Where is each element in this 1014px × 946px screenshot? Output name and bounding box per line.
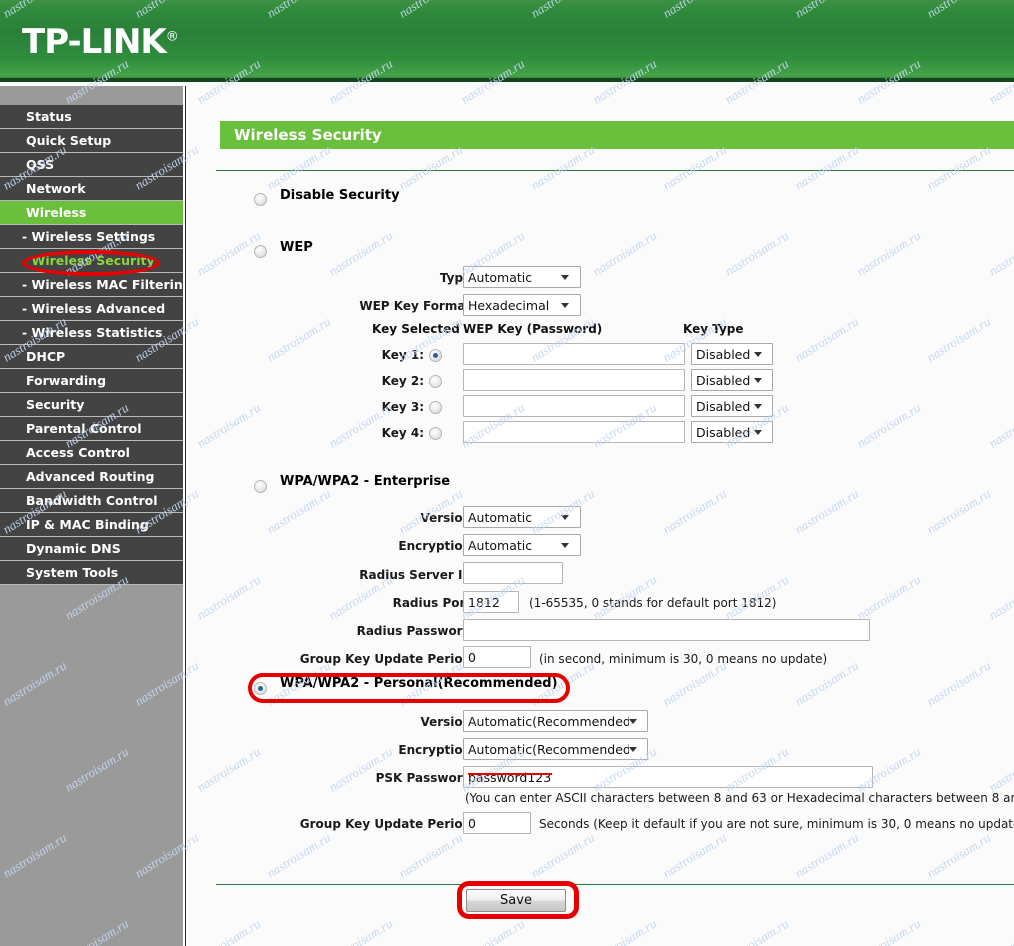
select-personal-encryption[interactable]: Automatic(Recommended) bbox=[463, 738, 648, 760]
input-wep-key-4[interactable] bbox=[463, 421, 685, 443]
label-radius-password: Radius Password: bbox=[356, 624, 476, 638]
input-wep-key-3[interactable] bbox=[463, 395, 685, 417]
hint-enterprise-group-key-period: (in second, minimum is 30, 0 means no up… bbox=[539, 652, 828, 666]
sidebar-item-list: Status Quick Setup QSS Network Wireless - Wir… bbox=[0, 105, 183, 585]
radio-disable-security[interactable] bbox=[254, 193, 267, 206]
registered-mark: ® bbox=[165, 29, 179, 45]
label-wep-key-format: WEP Key Format: bbox=[359, 299, 476, 313]
select-personal-version[interactable]: Automatic(Recommended) bbox=[463, 710, 648, 732]
radio-wpa-enterprise[interactable] bbox=[254, 480, 267, 493]
radio-wep-key-3[interactable] bbox=[429, 401, 442, 414]
sidebar-item-ip-mac-binding[interactable]: IP & MAC Binding bbox=[0, 513, 183, 537]
label-wep-key-4: Key 4: bbox=[381, 426, 424, 440]
sidebar-item-wireless-security[interactable]: - Wireless Security bbox=[0, 249, 183, 273]
select-enterprise-version[interactable]: Automatic bbox=[463, 506, 581, 528]
radio-wep-key-2[interactable] bbox=[429, 375, 442, 388]
sidebar-item-wireless-statistics[interactable]: - Wireless Statistics bbox=[0, 321, 183, 345]
select-wep-key-type-4[interactable]: Disabled bbox=[691, 421, 773, 443]
label-wep-key-2: Key 2: bbox=[381, 374, 424, 388]
label-enterprise-encryption: Encryption: bbox=[398, 539, 476, 553]
main-content: Wireless Security Disable Security WEP T… bbox=[186, 86, 1014, 946]
sidebar-right-border-dark bbox=[185, 86, 186, 946]
select-wep-key-type-2[interactable]: Disabled bbox=[691, 369, 773, 391]
sidebar-item-wireless-settings[interactable]: - Wireless Settings bbox=[0, 225, 183, 249]
label-personal-group-key-period: Group Key Update Period: bbox=[299, 817, 476, 831]
input-wep-key-1[interactable] bbox=[463, 343, 685, 365]
label-personal-version: Version: bbox=[420, 715, 476, 729]
sidebar-item-wireless[interactable]: Wireless bbox=[0, 201, 183, 225]
label-enterprise-group-key-period: Group Key Update Period: bbox=[299, 652, 476, 666]
sidebar-nav: Status Quick Setup QSS Network Wireless - Wir… bbox=[0, 86, 183, 946]
select-enterprise-encryption[interactable]: Automatic bbox=[463, 534, 581, 556]
sidebar-item-dhcp[interactable]: DHCP bbox=[0, 345, 183, 369]
brand-name: TP-LINK bbox=[22, 22, 167, 62]
label-radius-port: Radius Port: bbox=[392, 596, 476, 610]
label-wpa-enterprise: WPA/WPA2 - Enterprise bbox=[280, 474, 451, 489]
select-wep-type[interactable]: Automatic bbox=[463, 266, 581, 288]
select-wep-key-format[interactable]: Hexadecimal bbox=[463, 294, 581, 316]
label-wep: WEP bbox=[280, 240, 313, 255]
router-admin-page: TP-LINK® Status Quick Setup QSS Network Wire… bbox=[0, 0, 1014, 946]
sidebar-item-wireless-mac-filtering[interactable]: - Wireless MAC Filtering bbox=[0, 273, 183, 297]
sidebar-filler bbox=[0, 585, 183, 861]
input-enterprise-group-key-period[interactable] bbox=[463, 646, 531, 668]
header-underline bbox=[0, 78, 1014, 82]
page-title-bar: Wireless Security bbox=[220, 121, 1014, 149]
radio-wpa-personal[interactable] bbox=[254, 682, 267, 695]
select-wep-key-type-1[interactable]: Disabled bbox=[691, 343, 773, 365]
select-wep-key-type-3[interactable]: Disabled bbox=[691, 395, 773, 417]
sidebar-item-system-tools[interactable]: System Tools bbox=[0, 561, 183, 585]
label-enterprise-version: Version: bbox=[420, 511, 476, 525]
col-header-wep-key: WEP Key (Password) bbox=[463, 322, 603, 336]
input-radius-password[interactable] bbox=[463, 619, 870, 641]
sidebar-item-access-control[interactable]: Access Control bbox=[0, 441, 183, 465]
sidebar-item-network[interactable]: Network bbox=[0, 177, 183, 201]
sidebar-item-dynamic-dns[interactable]: Dynamic DNS bbox=[0, 537, 183, 561]
content-divider-top bbox=[216, 170, 1014, 171]
sidebar-top-gap bbox=[0, 86, 183, 105]
sidebar-item-security[interactable]: Security bbox=[0, 393, 183, 417]
radio-wep[interactable] bbox=[254, 245, 267, 258]
input-radius-server-ip[interactable] bbox=[463, 562, 563, 584]
sidebar-item-wireless-advanced[interactable]: - Wireless Advanced bbox=[0, 297, 183, 321]
tp-link-logo: TP-LINK® bbox=[22, 22, 179, 62]
sidebar-item-status[interactable]: Status bbox=[0, 105, 183, 129]
hint-personal-group-key-period: Seconds (Keep it default if you are not … bbox=[539, 817, 1014, 831]
radio-wep-key-1[interactable] bbox=[429, 349, 442, 362]
hint-radius-port: (1-65535, 0 stands for default port 1812… bbox=[529, 596, 777, 610]
input-wep-key-2[interactable] bbox=[463, 369, 685, 391]
label-disable-security: Disable Security bbox=[280, 188, 400, 203]
page-header: TP-LINK® bbox=[0, 0, 1014, 82]
col-header-key-selected: Key Selected bbox=[372, 322, 460, 336]
label-wep-key-3: Key 3: bbox=[381, 400, 424, 414]
sidebar-item-bandwidth-control[interactable]: Bandwidth Control bbox=[0, 489, 183, 513]
sidebar-item-qss[interactable]: QSS bbox=[0, 153, 183, 177]
page-title: Wireless Security bbox=[234, 126, 382, 144]
col-header-key-type: Key Type bbox=[683, 322, 744, 336]
save-button[interactable]: Save bbox=[466, 889, 566, 912]
label-personal-encryption: Encryption: bbox=[398, 743, 476, 757]
hint-psk-password: (You can enter ASCII characters between … bbox=[465, 791, 1014, 805]
sidebar-item-advanced-routing[interactable]: Advanced Routing bbox=[0, 465, 183, 489]
input-psk-password[interactable] bbox=[463, 766, 873, 788]
sidebar-item-parental-control[interactable]: Parental Control bbox=[0, 417, 183, 441]
label-psk-password: PSK Password: bbox=[375, 771, 476, 785]
label-wep-key-1: Key 1: bbox=[381, 348, 424, 362]
label-radius-server-ip: Radius Server IP: bbox=[359, 568, 476, 582]
sidebar-item-forwarding[interactable]: Forwarding bbox=[0, 369, 183, 393]
input-radius-port[interactable] bbox=[463, 591, 519, 613]
radio-wep-key-4[interactable] bbox=[429, 427, 442, 440]
label-wpa-personal: WPA/WPA2 - Personal(Recommended) bbox=[280, 676, 558, 691]
content-divider-bottom bbox=[216, 884, 1014, 885]
sidebar-item-quick-setup[interactable]: Quick Setup bbox=[0, 129, 183, 153]
input-personal-group-key-period[interactable] bbox=[463, 812, 531, 834]
